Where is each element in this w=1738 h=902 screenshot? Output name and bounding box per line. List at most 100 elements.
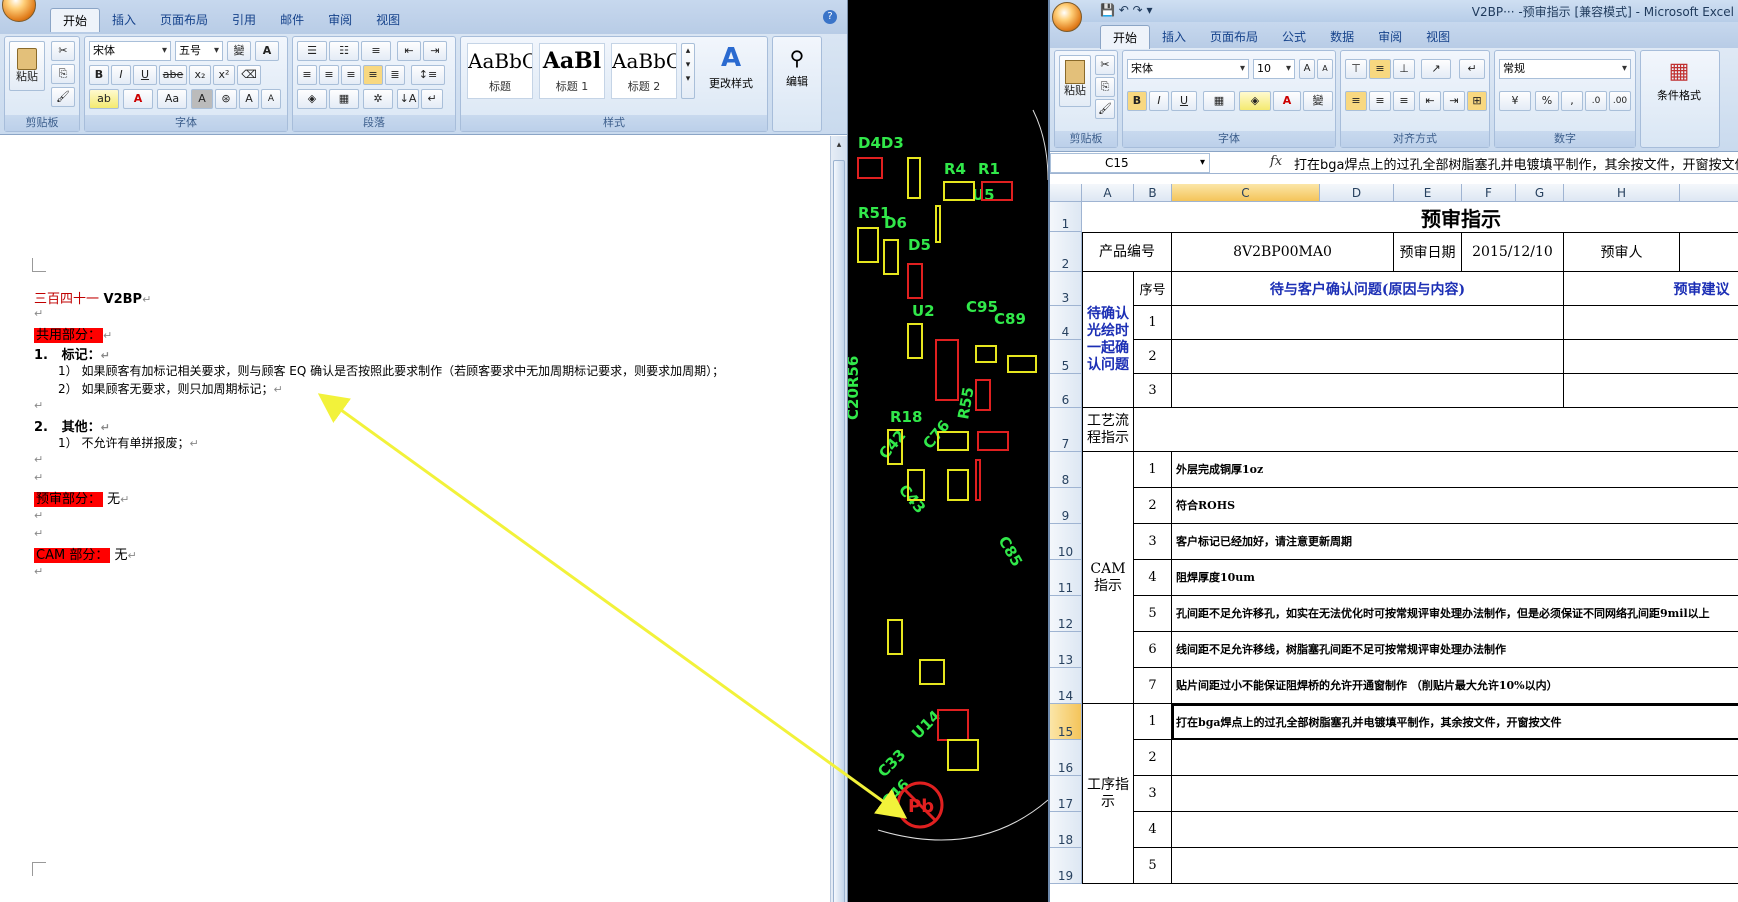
font-size-select[interactable]: 五号 xyxy=(175,41,223,61)
row-header-1[interactable]: 1 xyxy=(1050,202,1082,232)
align-center-icon[interactable]: ≡ xyxy=(319,65,339,85)
xl-fill-color-icon[interactable]: ◈ xyxy=(1239,91,1271,111)
change-styles-button[interactable]: A 更改样式 xyxy=(699,41,763,91)
row-header-8[interactable]: 8 xyxy=(1050,452,1082,488)
product-label-cell[interactable]: 产品编号 xyxy=(1082,232,1172,272)
cam-seq-cell[interactable]: 3 xyxy=(1134,524,1172,560)
xl-cut-icon[interactable]: ✂ xyxy=(1095,55,1115,75)
xl-cond-format-button[interactable]: ▦ 条件格式 xyxy=(1647,57,1711,103)
op-seq-cell[interactable]: 3 xyxy=(1134,776,1172,812)
bold-button[interactable]: B xyxy=(89,65,109,85)
fx-icon[interactable]: fx xyxy=(1270,154,1282,169)
confirm-suggest-cell[interactable] xyxy=(1564,306,1738,340)
column-header-A[interactable]: A xyxy=(1082,184,1134,202)
xl-format-painter-icon[interactable]: 🖌 xyxy=(1095,99,1115,119)
suggest-header-cell[interactable]: 预审建议 xyxy=(1564,272,1738,306)
excel-office-button[interactable] xyxy=(1052,2,1082,32)
row-header-7[interactable]: 7 xyxy=(1050,408,1082,452)
excel-tab-0[interactable]: 开始 xyxy=(1100,25,1151,49)
font-color-icon[interactable]: A xyxy=(123,89,153,109)
column-header-H[interactable]: H xyxy=(1564,184,1680,202)
xl-increase-decimal-icon[interactable]: .0 xyxy=(1585,91,1607,111)
word-tab-2[interactable]: 页面布局 xyxy=(148,8,220,32)
confirm-seq-cell[interactable]: 1 xyxy=(1134,306,1172,340)
xl-align-top-icon[interactable]: ⊤ xyxy=(1345,59,1367,79)
xl-paste-button[interactable]: 粘贴 xyxy=(1059,55,1091,107)
column-header-G[interactable]: G xyxy=(1516,184,1564,202)
scroll-thumb[interactable] xyxy=(833,160,845,902)
format-painter-icon[interactable]: 🖌 xyxy=(51,87,75,107)
select-all-corner[interactable] xyxy=(1050,184,1082,202)
copy-icon[interactable]: ⎘ xyxy=(51,64,75,84)
cam-seq-cell[interactable]: 6 xyxy=(1134,632,1172,668)
justify-icon[interactable]: ≡ xyxy=(363,65,383,85)
column-header-B[interactable]: B xyxy=(1134,184,1172,202)
op-item-cell[interactable] xyxy=(1172,740,1738,776)
decrease-indent-icon[interactable]: ⇤ xyxy=(397,41,421,61)
column-header-I[interactable]: I xyxy=(1680,184,1738,202)
confirm-seq-cell[interactable]: 3 xyxy=(1134,374,1172,408)
xl-percent-icon[interactable]: % xyxy=(1535,91,1559,111)
xl-phonetic-icon[interactable]: 變 xyxy=(1303,91,1333,111)
confirm-suggest-cell[interactable] xyxy=(1564,374,1738,408)
phonetic-icon[interactable]: 變 xyxy=(227,41,251,61)
multilevel-list-icon[interactable]: ≡ xyxy=(361,41,391,61)
seq-header-cell[interactable]: 序号 xyxy=(1134,272,1172,306)
xl-font-name-select[interactable]: 宋体 xyxy=(1127,59,1249,79)
shrink-font-button[interactable]: A xyxy=(261,89,281,109)
confirm-suggest-cell[interactable] xyxy=(1564,340,1738,374)
subscript-button[interactable]: x₂ xyxy=(189,65,211,85)
column-header-C[interactable]: C xyxy=(1172,184,1320,202)
underline-button[interactable]: U xyxy=(133,65,157,85)
word-tab-1[interactable]: 插入 xyxy=(100,8,148,32)
row-header-9[interactable]: 9 xyxy=(1050,488,1082,524)
xl-borders-icon[interactable]: ▦ xyxy=(1203,91,1235,111)
op-item-cell[interactable] xyxy=(1172,812,1738,848)
char-border-icon[interactable]: A xyxy=(255,41,279,61)
row-header-6[interactable]: 6 xyxy=(1050,374,1082,408)
xl-shrink-font-icon[interactable]: A xyxy=(1317,59,1333,79)
row-header-11[interactable]: 11 xyxy=(1050,560,1082,596)
name-box[interactable]: C15 xyxy=(1050,153,1210,173)
xl-increase-indent-icon[interactable]: ⇥ xyxy=(1443,91,1465,111)
bullets-icon[interactable]: ☰ xyxy=(297,41,327,61)
excel-tab-6[interactable]: 视图 xyxy=(1414,25,1462,49)
row-header-2[interactable]: 2 xyxy=(1050,232,1082,272)
xl-currency-icon[interactable]: ¥ xyxy=(1499,91,1531,111)
xl-decrease-indent-icon[interactable]: ⇤ xyxy=(1419,91,1441,111)
increase-indent-icon[interactable]: ⇥ xyxy=(423,41,447,61)
cam-seq-cell[interactable]: 1 xyxy=(1134,452,1172,488)
op-item-cell[interactable] xyxy=(1172,776,1738,812)
confirm-section-label[interactable]: 待确认光绘时一起确认问题 xyxy=(1082,272,1134,408)
cam-item-cell[interactable]: 外层完成铜厚1oz xyxy=(1172,452,1738,488)
formula-input[interactable]: 打在bga焊点上的过孔全部树脂塞孔并电镀填平制作，其余按文件，开窗按文件 xyxy=(1294,154,1738,173)
confirm-issue-cell[interactable] xyxy=(1172,374,1564,408)
date-value-cell[interactable]: 2015/12/10 xyxy=(1462,232,1564,272)
row-header-15[interactable]: 15 xyxy=(1050,704,1082,740)
clear-format-icon[interactable]: ⌫ xyxy=(237,65,261,85)
xl-underline-icon[interactable]: U xyxy=(1171,91,1197,111)
excel-tab-3[interactable]: 公式 xyxy=(1270,25,1318,49)
cam-seq-cell[interactable]: 2 xyxy=(1134,488,1172,524)
row-header-19[interactable]: 19 xyxy=(1050,848,1082,884)
xl-bold-icon[interactable]: B xyxy=(1127,91,1147,111)
style-item-1[interactable]: AaBl 标题 1 xyxy=(539,43,605,99)
cam-item-cell[interactable]: 线间距不足允许移线，树脂塞孔间距不足可按常规评审处理办法制作 xyxy=(1172,632,1738,668)
row-header-14[interactable]: 14 xyxy=(1050,668,1082,704)
cam-label-cell[interactable]: CAM指示 xyxy=(1082,452,1134,704)
show-marks-icon[interactable]: ↵ xyxy=(421,89,443,109)
op-seq-cell[interactable]: 2 xyxy=(1134,740,1172,776)
font-name-select[interactable]: 宋体 xyxy=(89,41,171,61)
xl-align-center-icon[interactable]: ≡ xyxy=(1369,91,1391,111)
xl-comma-icon[interactable]: , xyxy=(1561,91,1583,111)
row-header-5[interactable]: 5 xyxy=(1050,340,1082,374)
excel-tab-2[interactable]: 页面布局 xyxy=(1198,25,1270,49)
product-value-cell[interactable]: 8V2BP00MA0 xyxy=(1172,232,1394,272)
change-case-button[interactable]: Aa xyxy=(157,89,187,109)
align-left-icon[interactable]: ≡ xyxy=(297,65,317,85)
xl-number-format-select[interactable]: 常规 xyxy=(1499,59,1631,79)
sort-icon[interactable]: ↓A xyxy=(397,89,419,109)
strikethrough-button[interactable]: abe xyxy=(159,65,187,85)
op-item-cell[interactable]: 打在bga焊点上的过孔全部树脂塞孔并电镀填平制作，其余按文件，开窗按文件 xyxy=(1172,704,1738,740)
xl-align-right-icon[interactable]: ≡ xyxy=(1393,91,1415,111)
